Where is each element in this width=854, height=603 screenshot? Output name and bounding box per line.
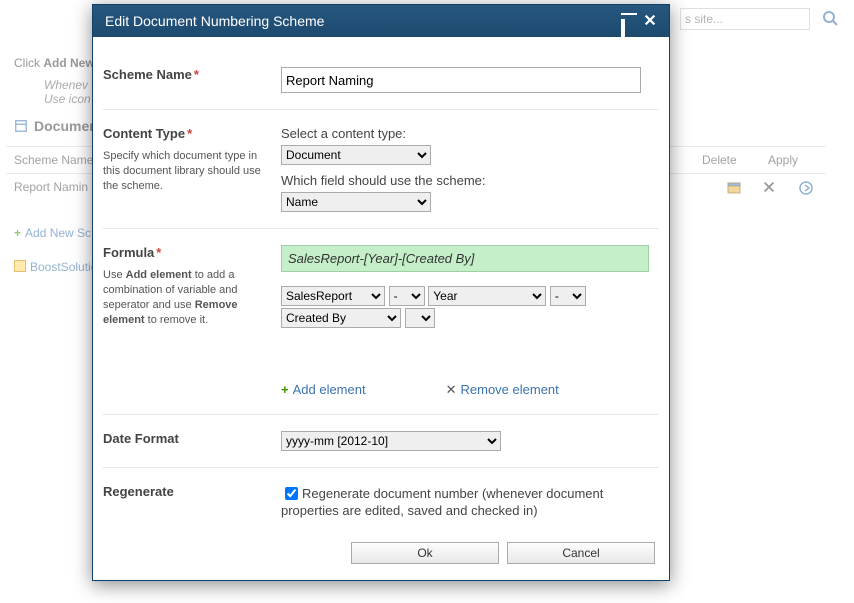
search-input[interactable] xyxy=(680,8,810,30)
label-formula: Formula xyxy=(103,245,154,260)
intro-text: Click xyxy=(14,56,43,70)
section-heading-text: Documen xyxy=(34,118,98,134)
top-bar xyxy=(654,0,854,36)
edit-icon[interactable] xyxy=(718,174,754,206)
row-regenerate: Regenerate Regenerate document number (w… xyxy=(103,468,659,534)
x-icon: ✕ xyxy=(446,382,457,397)
plus-icon: + xyxy=(14,226,21,240)
label-content-type: Content Type xyxy=(103,126,185,141)
formula-sep-3[interactable] xyxy=(405,308,435,328)
ok-button[interactable]: Ok xyxy=(351,542,499,564)
edit-scheme-dialog: Edit Document Numbering Scheme Scheme Na… xyxy=(92,4,670,581)
remove-element-link[interactable]: ✕Remove element xyxy=(446,382,559,398)
th-apply: Apply xyxy=(760,147,826,173)
sheet-icon xyxy=(14,119,28,133)
delete-icon[interactable] xyxy=(754,174,790,206)
formula-desc: Use Add element to add a combination of … xyxy=(103,268,273,327)
close-icon[interactable] xyxy=(643,13,659,29)
content-type-desc: Specify which document type in this docu… xyxy=(103,149,273,194)
apply-icon[interactable] xyxy=(790,174,826,206)
formula-sep-2[interactable]: - xyxy=(550,286,586,306)
row-scheme-name: Scheme Name* xyxy=(103,51,659,110)
dialog-buttons: Ok Cancel xyxy=(103,534,659,564)
add-new-scheme-link[interactable]: +Add New Sc xyxy=(14,226,91,240)
dialog-title: Edit Document Numbering Scheme xyxy=(103,5,615,37)
formula-part-1[interactable]: SalesReport xyxy=(281,286,385,306)
search-icon[interactable] xyxy=(822,10,838,26)
select-content-type-label: Select a content type: xyxy=(281,126,659,141)
plus-icon: + xyxy=(281,382,289,397)
formula-part-3[interactable]: Created By xyxy=(281,308,401,328)
note-icon xyxy=(14,260,26,272)
maximize-icon[interactable] xyxy=(621,13,637,29)
dialog-titlebar: Edit Document Numbering Scheme xyxy=(93,5,669,37)
scheme-name-input[interactable] xyxy=(281,67,641,93)
formula-part-2[interactable]: Year xyxy=(428,286,546,306)
date-format-select[interactable]: yyyy-mm [2012-10] xyxy=(281,431,501,451)
content-type-select[interactable]: Document xyxy=(281,145,431,165)
th-delete: Delete xyxy=(694,147,760,173)
field-select-label: Which field should use the scheme: xyxy=(281,173,659,188)
field-select[interactable]: Name xyxy=(281,192,431,212)
row-date-format: Date Format yyyy-mm [2012-10] xyxy=(103,415,659,468)
section-heading: Documen xyxy=(14,118,98,134)
label-regenerate: Regenerate xyxy=(103,484,273,499)
regenerate-checkbox-label[interactable]: Regenerate document number (whenever doc… xyxy=(281,484,631,518)
cancel-button[interactable]: Cancel xyxy=(507,542,655,564)
regenerate-checkbox[interactable] xyxy=(285,487,298,500)
add-element-link[interactable]: +Add element xyxy=(281,382,366,398)
formula-preview: SalesReport-[Year]-[Created By] xyxy=(281,245,649,272)
row-content-type: Content Type* Specify which document typ… xyxy=(103,110,659,229)
row-formula: Formula* Use Add element to add a combin… xyxy=(103,229,659,415)
label-scheme-name: Scheme Name xyxy=(103,67,192,82)
label-date-format: Date Format xyxy=(103,431,273,446)
formula-sep-1[interactable]: - xyxy=(389,286,425,306)
regenerate-text: Regenerate document number (whenever doc… xyxy=(281,486,603,518)
